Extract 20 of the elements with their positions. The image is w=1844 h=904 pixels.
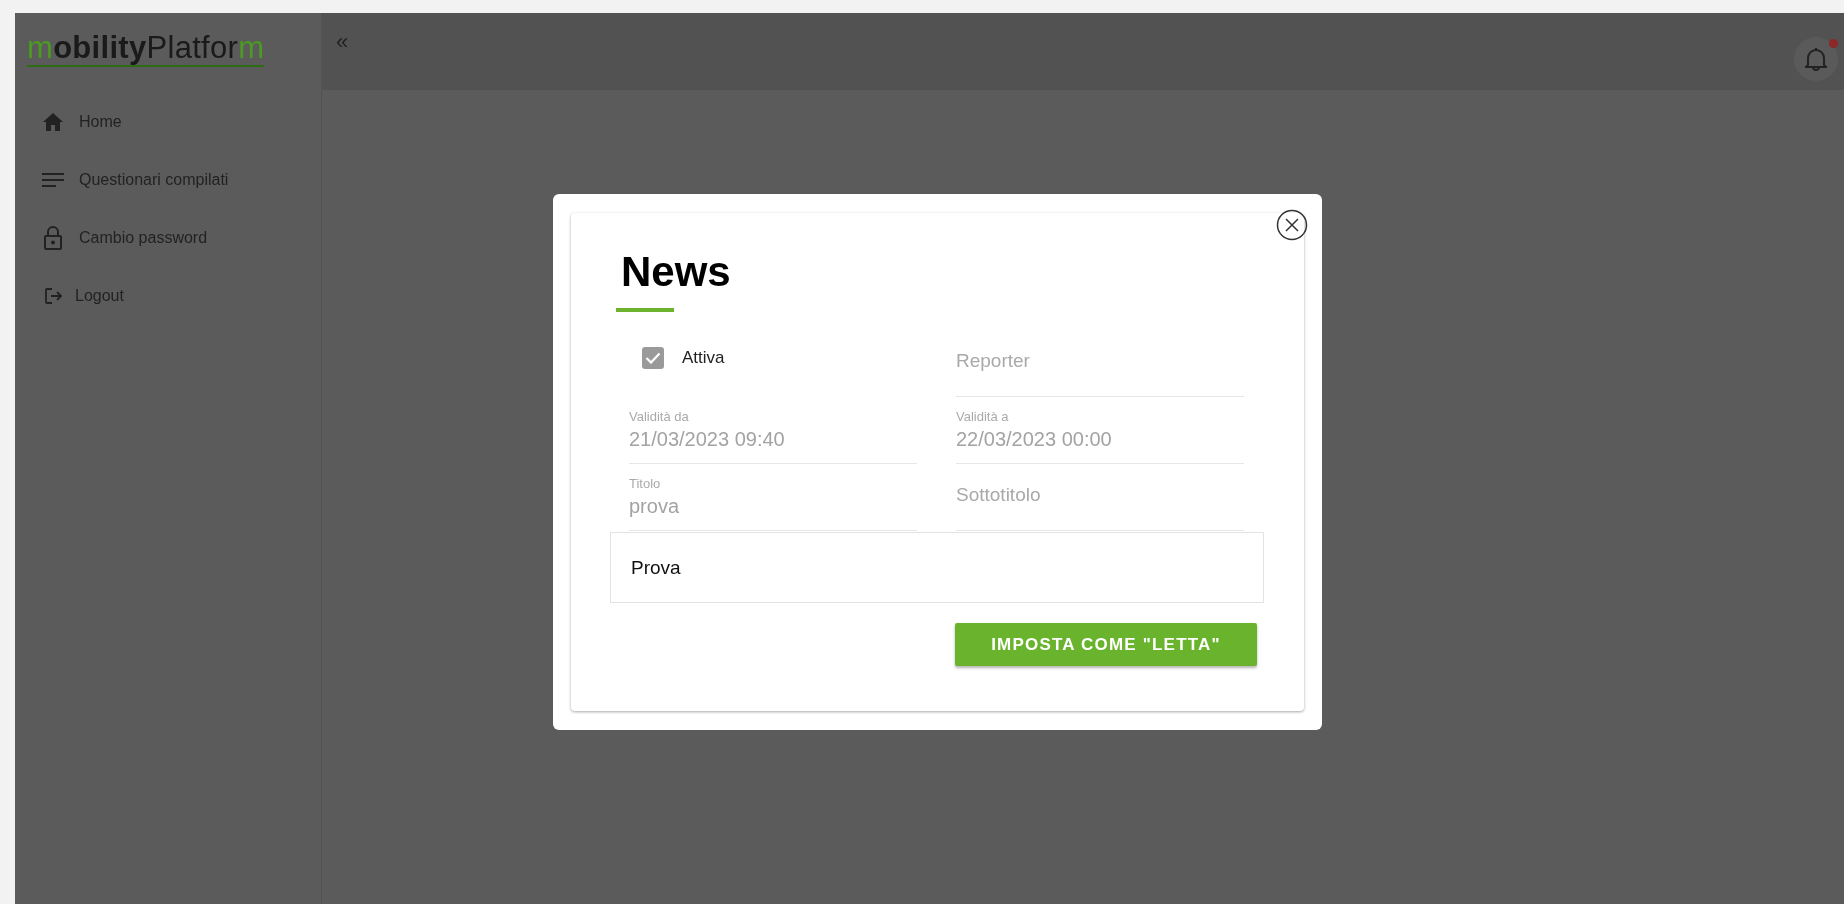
menu-lines-icon [42,173,64,187]
close-button[interactable] [1276,209,1308,241]
checkbox-label: Attiva [682,347,725,368]
mark-as-read-button[interactable]: IMPOSTA COME "LETTA" [955,623,1257,666]
collapse-button[interactable]: « [336,29,349,55]
sidebar-item[interactable]: Logout [15,267,321,325]
modal-title: News [621,247,732,297]
sidebar-item[interactable]: Cambio password [15,209,321,267]
title-underline [616,308,674,312]
check-icon [645,351,661,364]
logout-icon [44,287,62,305]
sidebar-item[interactable]: Questionari compilati [15,151,321,209]
close-icon [1276,209,1308,241]
bell-icon [1805,47,1827,71]
notification-button[interactable] [1794,37,1838,81]
lock-icon [44,226,62,250]
sidebar-item[interactable]: Home [15,93,321,151]
text-area[interactable]: Prova [610,532,1264,603]
home-icon [42,112,64,132]
logo: mobilityPlatform [27,31,265,67]
